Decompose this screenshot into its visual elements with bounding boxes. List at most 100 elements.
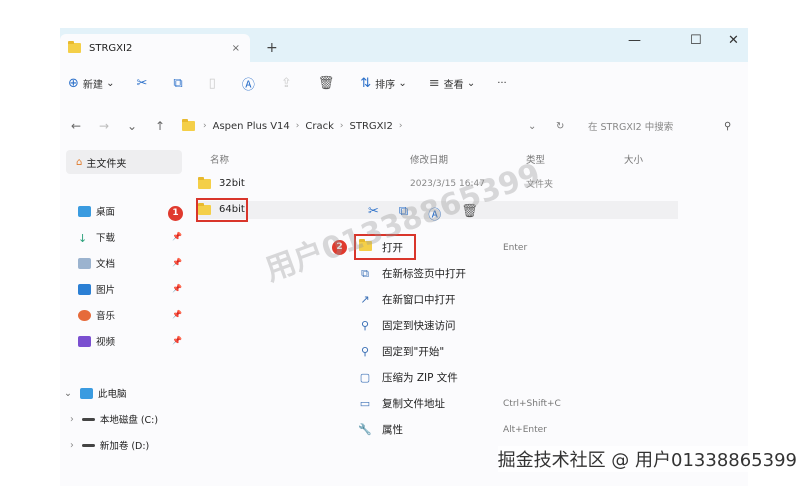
- close-tab-button[interactable]: ×: [232, 43, 240, 54]
- maximize-button[interactable]: ☐: [690, 33, 702, 48]
- chevron-right-icon: ›: [339, 121, 344, 131]
- sidebar-item-documents[interactable]: 文档: [78, 256, 115, 270]
- recent-button[interactable]: ⌄: [120, 119, 144, 133]
- pin-icon[interactable]: 📌: [172, 258, 182, 267]
- label: 压缩为 ZIP 文件: [382, 372, 458, 384]
- sidebar-item-drive-c[interactable]: › 本地磁盘 (C:): [70, 412, 158, 427]
- menu-item-compress-zip[interactable]: ▢ 压缩为 ZIP 文件: [358, 370, 458, 385]
- tab-title: STRGXI2: [89, 42, 133, 54]
- share-icon: ⇪: [280, 75, 292, 91]
- label: 此电脑: [97, 389, 127, 400]
- file-row-32bit[interactable]: 32bit 2023/3/15 16:47 文件夹: [198, 176, 553, 190]
- address-dropdown[interactable]: ⌄: [528, 121, 536, 132]
- column-header-modified[interactable]: 修改日期: [410, 152, 448, 166]
- column-header-size[interactable]: 大小: [624, 152, 643, 166]
- chevron-right-icon: ›: [398, 121, 403, 131]
- chevron-right-icon: ›: [295, 121, 300, 131]
- pin-icon[interactable]: 📌: [172, 336, 182, 345]
- more-button[interactable]: ···: [497, 78, 507, 89]
- new-label: 新建: [82, 79, 103, 91]
- search-icon: ⚲: [724, 120, 732, 132]
- breadcrumb-strgxi2[interactable]: STRGXI2: [350, 121, 393, 132]
- menu-item-open-new-window[interactable]: ↗ 在新窗口中打开: [358, 292, 455, 307]
- close-window-button[interactable]: ✕: [728, 33, 739, 48]
- chevron-right-icon: ›: [70, 413, 74, 425]
- folder-icon: [68, 41, 81, 53]
- label: 桌面: [96, 207, 116, 218]
- pin-icon[interactable]: 📌: [172, 310, 182, 319]
- forward-button[interactable]: →: [92, 119, 116, 133]
- search-input[interactable]: 在 STRGXI2 中搜索: [588, 119, 673, 133]
- copy-button[interactable]: ⧉: [173, 76, 186, 91]
- folder-icon: [182, 119, 195, 131]
- file-name: 32bit: [219, 178, 245, 189]
- sidebar-item-downloads[interactable]: ↓ 下载: [78, 230, 116, 245]
- pin-icon[interactable]: 📌: [172, 284, 182, 293]
- sidebar-item-pictures[interactable]: 图片: [78, 282, 115, 296]
- pictures-icon: [78, 283, 91, 295]
- label: 文档: [96, 259, 116, 270]
- view-button[interactable]: ≡ 查看 ⌄: [429, 76, 475, 91]
- menu-item-open-new-tab[interactable]: ⧉ 在新标签页中打开: [358, 266, 466, 281]
- document-icon: [78, 257, 91, 269]
- credit-text: 掘金技术社区 @ 用户01338865399: [497, 446, 797, 472]
- pin-icon: ⚲: [360, 319, 370, 332]
- label: 固定到快速访问: [382, 320, 456, 332]
- folder-icon: [198, 176, 211, 189]
- label: 新加卷 (D:): [99, 441, 150, 452]
- breadcrumb-crack[interactable]: Crack: [305, 121, 334, 132]
- wrench-icon: 🔧: [358, 423, 372, 436]
- title-bar: STRGXI2 × + — ☐ ✕: [60, 28, 748, 62]
- new-tab-icon: ⧉: [361, 266, 369, 280]
- sort-icon: ⇅: [360, 75, 372, 91]
- home-label: 主文件夹: [86, 158, 127, 170]
- sort-button[interactable]: ⇅ 排序 ⌄: [360, 76, 406, 91]
- sidebar-item-videos[interactable]: 视频: [78, 334, 115, 348]
- share-button[interactable]: ⇪: [281, 76, 296, 91]
- download-icon: ↓: [78, 231, 88, 245]
- desktop-icon: [78, 205, 91, 217]
- shortcut: Alt+Enter: [503, 424, 547, 435]
- computer-icon: [79, 387, 93, 399]
- breadcrumb-aspen[interactable]: Aspen Plus V14: [213, 121, 290, 132]
- label: 在新标签页中打开: [382, 268, 466, 280]
- menu-item-properties[interactable]: 🔧 属性 Alt+Enter: [358, 422, 547, 437]
- drive-icon: [81, 443, 95, 447]
- pin-icon[interactable]: 📌: [172, 232, 182, 241]
- tab-strgxi2[interactable]: STRGXI2 ×: [60, 34, 250, 62]
- sidebar-item-desktop[interactable]: 桌面: [78, 204, 115, 218]
- paste-button[interactable]: ▯: [209, 76, 220, 91]
- new-button[interactable]: ⊕ 新建 ⌄: [68, 76, 114, 91]
- chevron-down-icon: ⌄: [64, 387, 72, 399]
- chevron-right-icon: ›: [203, 121, 207, 131]
- scissors-icon: ✂: [136, 75, 148, 91]
- refresh-button[interactable]: ↻: [556, 121, 564, 132]
- label: 图片: [96, 285, 116, 296]
- trash-icon: 🗑: [317, 75, 335, 91]
- label: 属性: [382, 424, 403, 436]
- label: 下载: [96, 233, 116, 244]
- copy-path-icon: ▭: [359, 397, 371, 410]
- sidebar-item-home[interactable]: ⌂ 主文件夹: [66, 150, 182, 174]
- new-tab-button[interactable]: +: [266, 40, 278, 56]
- view-label: 查看: [443, 79, 464, 91]
- sidebar-item-drive-d[interactable]: › 新加卷 (D:): [70, 438, 150, 453]
- back-button[interactable]: ←: [64, 119, 88, 133]
- up-button[interactable]: ↑: [148, 119, 172, 133]
- cut-button[interactable]: ✂: [136, 76, 151, 91]
- delete-button[interactable]: 🗑: [318, 76, 339, 91]
- menu-item-pin-start[interactable]: ⚲ 固定到"开始": [358, 344, 444, 359]
- plus-circle-icon: ⊕: [68, 75, 79, 91]
- zip-icon: ▢: [359, 371, 371, 384]
- sidebar-item-this-pc[interactable]: ⌄ 此电脑: [64, 386, 126, 400]
- minimize-button[interactable]: —: [628, 33, 641, 48]
- shortcut: Ctrl+Shift+C: [503, 398, 561, 409]
- address-bar: ← → ⌄ ↑ › Aspen Plus V14 › Crack › STRGXI2…: [60, 114, 748, 138]
- column-header-name[interactable]: 名称: [210, 152, 229, 166]
- menu-item-copy-path[interactable]: ▭ 复制文件地址 Ctrl+Shift+C: [358, 396, 561, 411]
- rename-button[interactable]: Ⓐ: [242, 74, 259, 93]
- menu-item-pin-quick-access[interactable]: ⚲ 固定到快速访问: [358, 318, 456, 333]
- step-badge-1: 1: [168, 206, 183, 221]
- sidebar-item-music[interactable]: 音乐: [78, 308, 115, 322]
- file-explorer-window: STRGXI2 × + — ☐ ✕ ⊕ 新建 ⌄ ✂ ⧉ ▯ Ⓐ ⇪ 🗑 ⇅ 排序 …: [60, 28, 748, 486]
